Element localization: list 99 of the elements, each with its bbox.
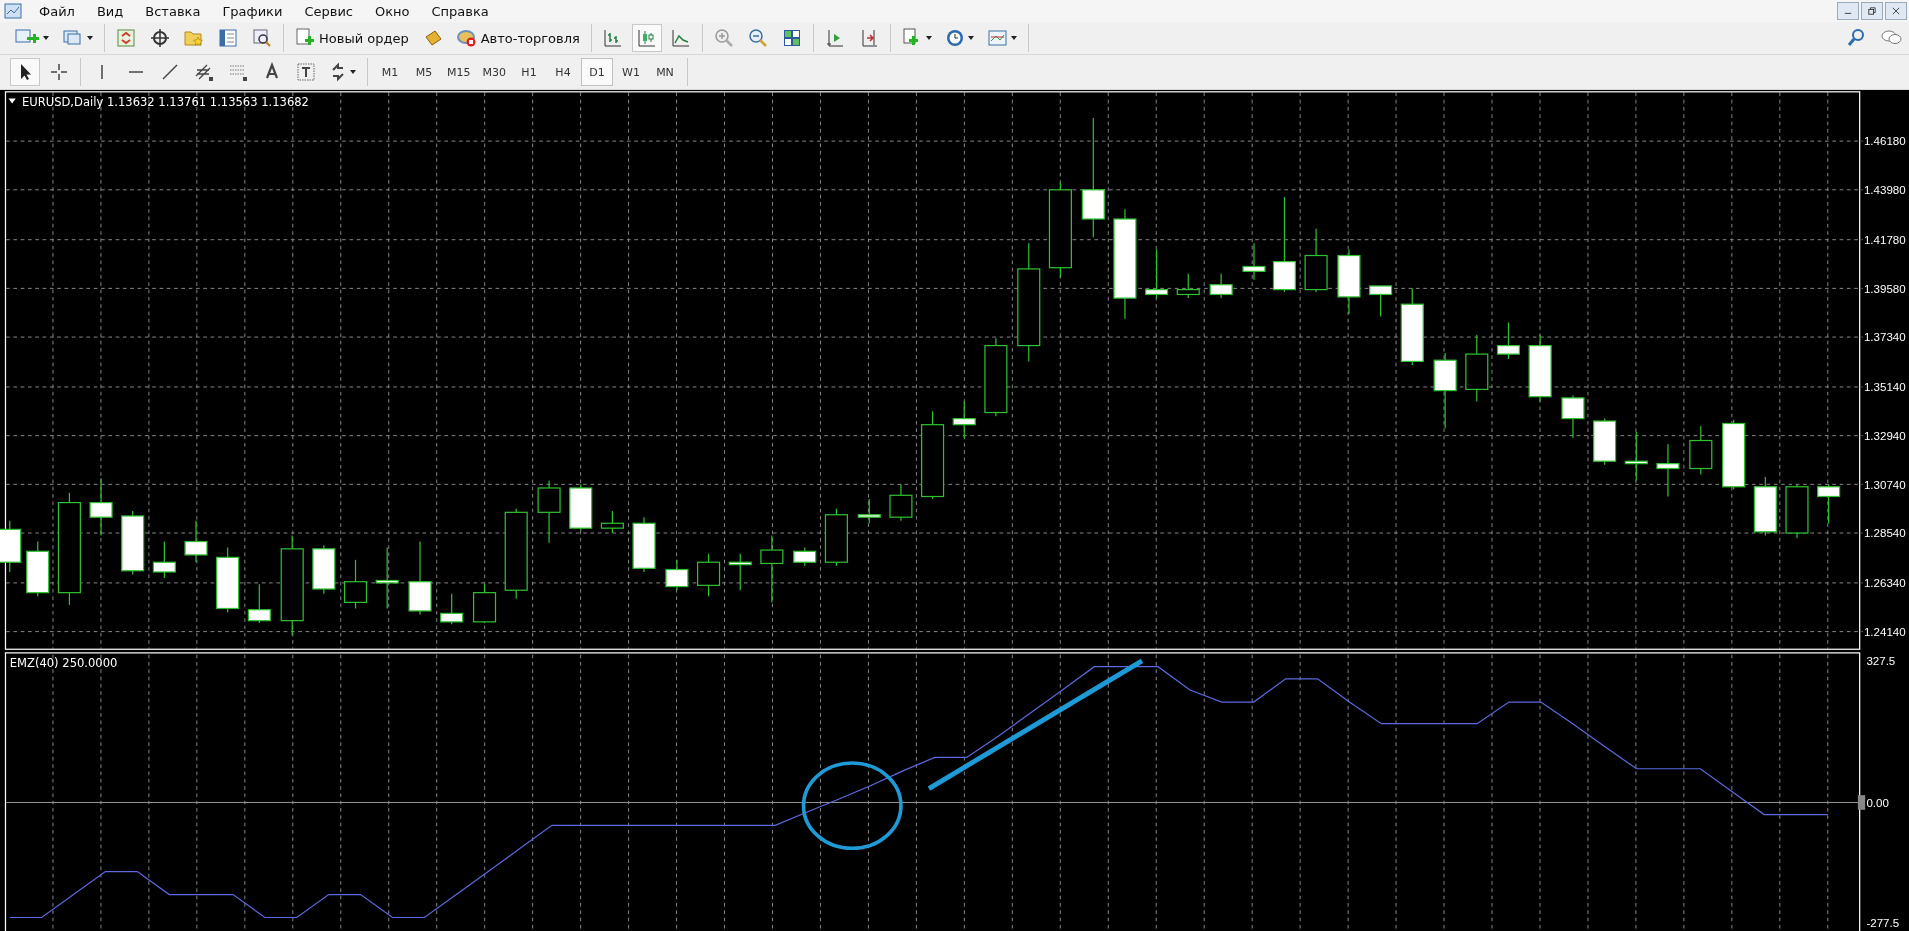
caret-icon [87, 36, 93, 40]
candle [1722, 419, 1746, 490]
candle [1145, 248, 1169, 299]
timeframe-button[interactable]: W1 [615, 58, 647, 86]
windows-icon [63, 28, 83, 48]
candle [1242, 242, 1266, 281]
menu-item[interactable]: Графики [211, 3, 294, 19]
timeframe-button[interactable]: D1 [581, 58, 613, 86]
candle [1496, 321, 1520, 360]
arrows-icon [330, 62, 346, 82]
candle [1753, 476, 1777, 537]
cursor-icon[interactable] [10, 58, 40, 86]
caret-icon [967, 36, 974, 40]
candle [121, 510, 145, 575]
candlestick-icon[interactable] [631, 24, 662, 52]
candle [569, 483, 593, 532]
price-label: 1.39580 [1863, 282, 1906, 295]
menu-item[interactable]: Сервис [293, 3, 364, 19]
menu-item[interactable]: Файл [28, 3, 86, 19]
new-document-icon [295, 28, 315, 48]
candle [1785, 483, 1809, 539]
candle [1369, 285, 1393, 317]
timeframe-button[interactable]: M1 [374, 58, 406, 86]
price-label: 1.30740 [1863, 478, 1906, 491]
clock-icon [945, 29, 964, 47]
candle [1593, 418, 1617, 466]
price-label: 1.35140 [1863, 381, 1906, 394]
candle [1624, 431, 1648, 482]
candle [1689, 425, 1713, 476]
candle [728, 553, 752, 591]
candle [1304, 228, 1328, 293]
indicator-title: EMZ(40) 250.0000 [9, 655, 118, 670]
price-label: 1.43980 [1863, 184, 1906, 197]
price-label: 1.28540 [1863, 527, 1906, 540]
indicator-scale-label: -277.5 [1866, 916, 1900, 929]
timeframe-button[interactable]: M30 [477, 58, 511, 86]
caret-icon [43, 36, 49, 40]
candle [1209, 273, 1233, 299]
app-icon [4, 2, 22, 20]
candle [1561, 394, 1585, 439]
candle [473, 583, 497, 624]
price-label: 1.37340 [1863, 331, 1906, 344]
menu-item[interactable]: Справка [420, 3, 500, 19]
candle [1176, 273, 1200, 299]
menu-item[interactable]: Вставка [134, 3, 212, 19]
candle [857, 498, 881, 524]
chart-menu-icon[interactable] [8, 98, 16, 104]
timeframe-button[interactable]: H4 [547, 58, 579, 86]
candle [537, 480, 561, 544]
candle [184, 520, 208, 563]
candle [375, 547, 399, 610]
indicator-scale-label: 0.00 [1866, 796, 1889, 809]
candle [600, 510, 624, 534]
close-button[interactable] [1885, 2, 1907, 20]
candle [889, 483, 913, 522]
candle [697, 553, 721, 597]
chart-title: EURUSD,Daily 1.13632 1.13761 1.13563 1.13682 [21, 94, 309, 109]
indicator-scale-label: 327.5 [1866, 655, 1896, 668]
current-value-marker [1857, 795, 1866, 810]
price-label: 1.24140 [1863, 625, 1906, 638]
close-icon [1892, 7, 1900, 15]
candle [760, 534, 784, 603]
price-label: 1.41780 [1863, 233, 1906, 246]
candle [1465, 334, 1489, 403]
timeframe-button[interactable]: MN [649, 58, 681, 86]
price-label: 1.32940 [1863, 429, 1906, 442]
candle [26, 540, 50, 597]
candle [440, 593, 464, 625]
new-order-button[interactable]: Новый ордер [290, 24, 414, 52]
candle [89, 477, 113, 537]
candle [793, 547, 817, 567]
price-label: 1.46180 [1863, 135, 1906, 148]
candle [1528, 334, 1552, 403]
candle [665, 559, 689, 591]
chart-template-icon [987, 30, 1007, 46]
candle [1337, 248, 1361, 315]
candle [216, 547, 240, 613]
autotrading-button[interactable]: Авто-торговля [451, 24, 585, 52]
candle [824, 508, 848, 567]
timeframe-button[interactable]: M5 [408, 58, 440, 86]
candle [952, 400, 976, 439]
candle [1656, 443, 1680, 498]
candle [343, 559, 368, 610]
candle [312, 544, 336, 595]
candle [632, 516, 656, 573]
restore-icon [1868, 7, 1876, 15]
caret-icon [350, 70, 356, 74]
menu-item[interactable]: Вид [85, 3, 135, 19]
timeframe-button[interactable]: H1 [513, 58, 545, 86]
timeframe-button[interactable]: M15 [442, 58, 476, 86]
candle [152, 540, 176, 579]
restore-button[interactable] [1861, 2, 1883, 20]
candle [1817, 483, 1841, 524]
caret-icon [1010, 36, 1017, 40]
caret-icon [925, 36, 932, 40]
menu-item[interactable]: Окно [364, 3, 421, 19]
autotrading-icon [456, 28, 477, 48]
price-label: 1.26340 [1863, 577, 1906, 590]
candle [247, 583, 271, 624]
